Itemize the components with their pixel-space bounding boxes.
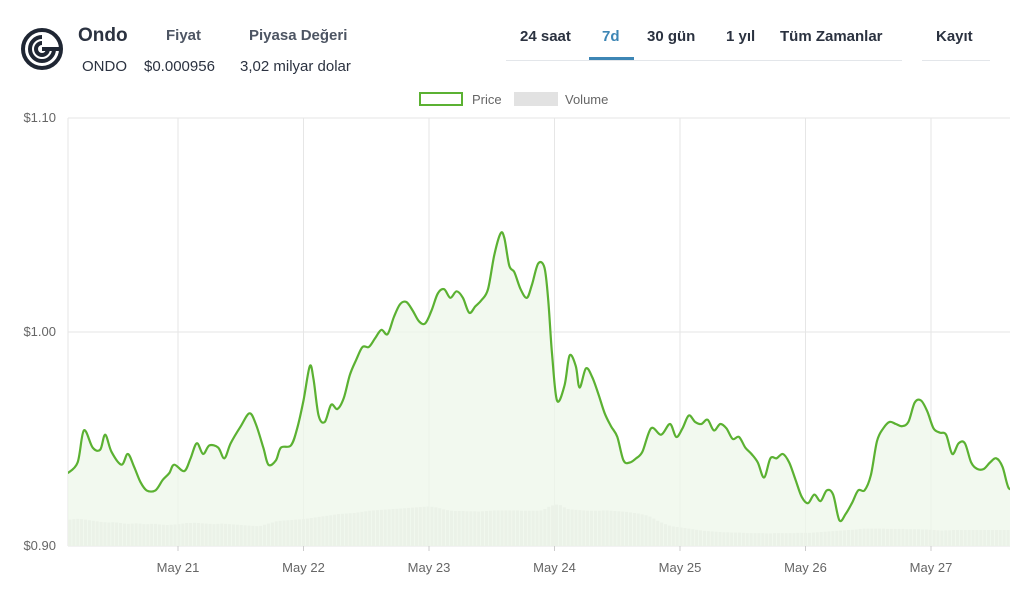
x-tick-label: May 25	[659, 560, 702, 575]
y-tick-label: $1.00	[23, 324, 56, 339]
y-tick-label: $0.90	[23, 538, 56, 553]
x-tick-label: May 27	[910, 560, 953, 575]
price-chart[interactable]: $1.10 $1.00 $0.90 May 21 May 22 May 23 May 24 M…	[0, 0, 1024, 594]
x-tick-label: May 26	[784, 560, 827, 575]
x-tick-label: May 22	[282, 560, 325, 575]
x-tick-label: May 23	[408, 560, 451, 575]
y-tick-label: $1.10	[23, 110, 56, 125]
x-tick-label: May 24	[533, 560, 576, 575]
x-tick-label: May 21	[157, 560, 200, 575]
